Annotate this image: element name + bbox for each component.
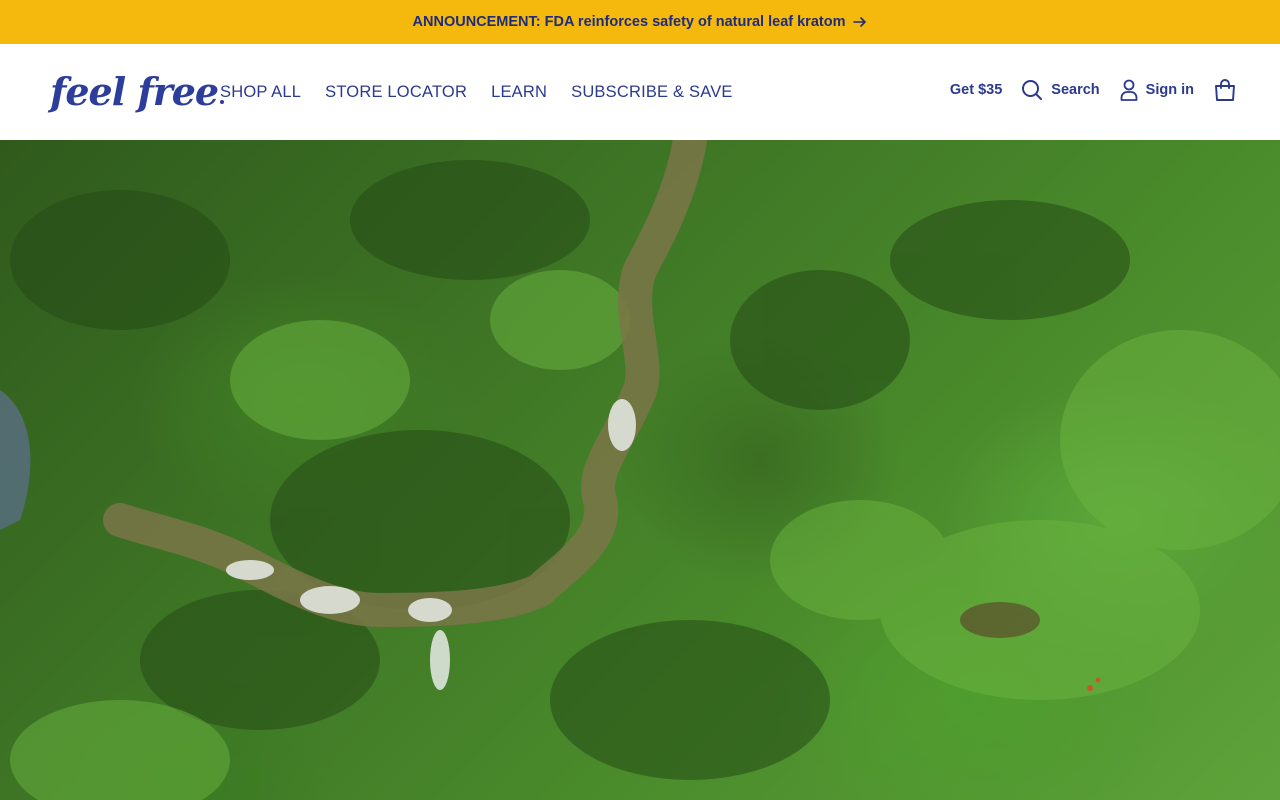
- site-header: feel free SHOP ALL STORE LOCATOR LEARN S…: [0, 44, 1280, 140]
- shopping-bag-icon: [1214, 78, 1236, 102]
- logo-text: feel free: [50, 69, 219, 114]
- logo[interactable]: feel free: [50, 69, 225, 114]
- user-icon: [1120, 79, 1138, 101]
- promo-link[interactable]: Get $35: [950, 82, 1002, 98]
- search-button[interactable]: Search: [1021, 79, 1100, 101]
- hero-image: [0, 140, 1280, 800]
- nav-shop-all[interactable]: SHOP ALL: [220, 80, 301, 104]
- arrow-right-icon: [853, 15, 867, 29]
- nav-subscribe-save[interactable]: SUBSCRIBE & SAVE: [571, 80, 733, 104]
- nav-learn[interactable]: LEARN: [491, 80, 547, 104]
- rainforest-illustration: [0, 140, 1280, 800]
- announcement-text: ANNOUNCEMENT: FDA reinforces safety of n…: [412, 14, 846, 30]
- announcement-bar[interactable]: ANNOUNCEMENT: FDA reinforces safety of n…: [0, 0, 1280, 44]
- main-nav: SHOP ALL STORE LOCATOR LEARN SUBSCRIBE &…: [220, 80, 733, 104]
- utility-nav: Get $35 Search Sign in: [950, 78, 1236, 102]
- signin-button[interactable]: Sign in: [1120, 79, 1194, 101]
- signin-label: Sign in: [1145, 82, 1194, 98]
- search-icon: [1021, 79, 1043, 101]
- nav-store-locator[interactable]: STORE LOCATOR: [325, 80, 467, 104]
- cart-button[interactable]: [1214, 78, 1236, 102]
- search-label: Search: [1051, 82, 1100, 98]
